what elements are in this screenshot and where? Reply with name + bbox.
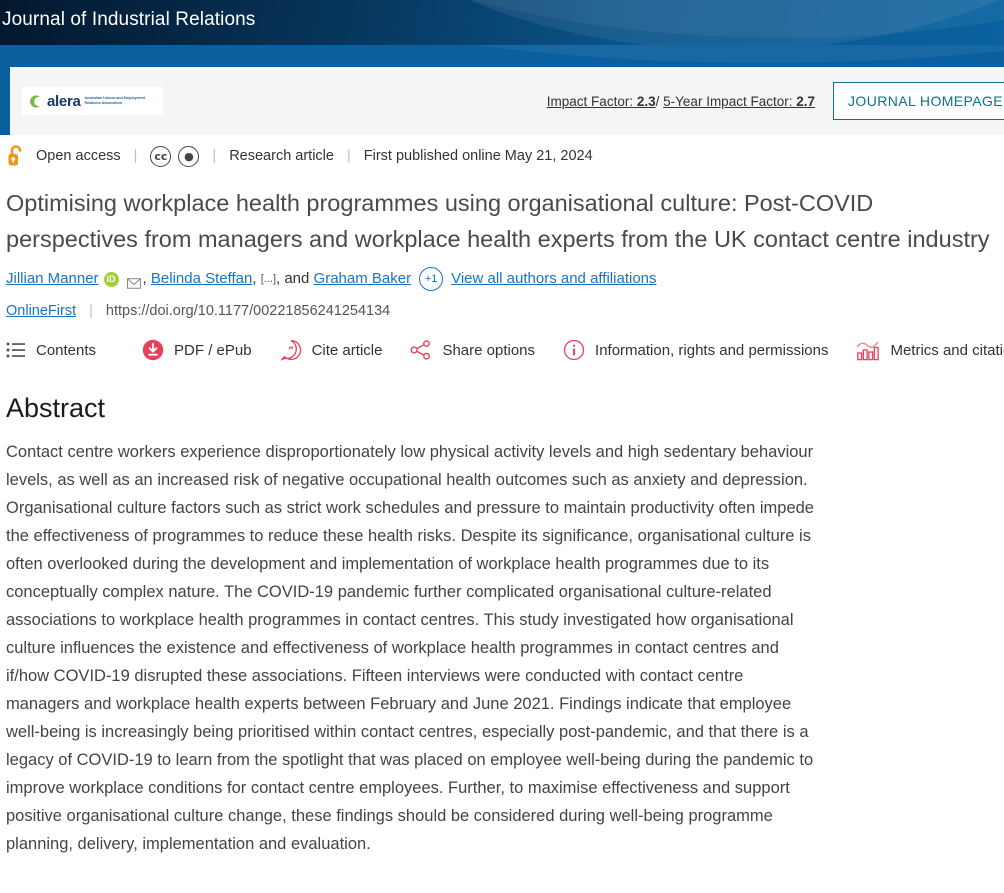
journal-bar: alera Australian Labour and Employment R… — [10, 67, 1004, 135]
five-year-value: 2.7 — [796, 93, 816, 109]
svg-text:”: ” — [288, 346, 294, 356]
author-link-1[interactable]: Jillian Manner — [6, 268, 99, 290]
open-access-label: Open access — [36, 148, 121, 164]
site-banner: Journal of Industrial Relations — [0, 0, 1004, 45]
publication-stage-link[interactable]: OnlineFirst — [6, 303, 76, 319]
author-link-last[interactable]: Graham Baker — [314, 268, 412, 290]
cc-icon: cc — [150, 145, 172, 167]
toolbar-item-cite-article[interactable]: ” Cite article — [279, 339, 383, 361]
band-swoosh-decoration — [264, 45, 1004, 63]
impact-separator: / — [655, 93, 660, 109]
alera-logo[interactable]: alera Australian Labour and Employment R… — [22, 87, 163, 115]
author-ellipsis: [...] — [260, 273, 276, 285]
doi-text[interactable]: https://doi.org/10.1177/0022185624125413… — [106, 303, 390, 319]
license-icons[interactable]: cc ● — [150, 145, 200, 167]
author-separator-2: , — [252, 270, 261, 287]
left-accent-strip — [0, 67, 10, 135]
journal-homepage-button[interactable]: JOURNAL HOMEPAGE — [833, 82, 1004, 120]
author-link-2[interactable]: Belinda Steffan — [151, 268, 252, 290]
toolbar-item-metrics-citations[interactable]: Metrics and citations — [856, 339, 1004, 361]
abstract-heading: Abstract — [6, 393, 106, 423]
five-year-impact-link[interactable]: 5-Year Impact Factor: 2.7 — [663, 94, 815, 109]
toolbar-item-contents[interactable]: Contents — [6, 341, 96, 359]
article-title: Optimising workplace health programmes u… — [6, 190, 990, 252]
impact-factor-value: 2.3 — [636, 93, 656, 109]
journal-bar-wrapper: alera Australian Labour and Employment R… — [0, 67, 1004, 135]
share-nodes-icon — [411, 340, 431, 360]
open-lock-icon — [8, 145, 22, 166]
toolbar-item-pdf-epub[interactable]: PDF / ePub — [142, 339, 252, 361]
doi-row: OnlineFirst | https://doi.org/10.1177/00… — [6, 303, 1004, 319]
download-circle-icon — [142, 339, 164, 361]
meta-divider-2: | — [212, 148, 217, 164]
alera-wordmark: alera — [47, 92, 81, 110]
five-year-label: 5-Year Impact Factor: — [663, 93, 793, 109]
email-author-icon[interactable] — [126, 274, 141, 289]
toolbar-label-pdf-epub: PDF / ePub — [174, 341, 252, 359]
toolbar-item-information-rights[interactable]: Information, rights and permissions — [563, 339, 828, 361]
first-published-label: First published online May 21, 2024 — [363, 148, 593, 164]
meta-divider-1: | — [133, 148, 138, 164]
toolbar-label-information-rights: Information, rights and permissions — [595, 341, 829, 359]
impact-factor-block: Impact Factor: 2.3/ 5-Year Impact Factor… — [547, 94, 815, 109]
toolbar-label-metrics-citations: Metrics and citations — [890, 341, 1004, 359]
meta-divider-3: | — [346, 148, 351, 164]
list-icon — [6, 342, 25, 358]
author-separator-1: , — [142, 270, 151, 287]
author-list: Jillian Manner iD , Belinda Steffan , [.… — [6, 267, 1004, 291]
impact-factor-link[interactable]: Impact Factor: 2.3 — [547, 94, 656, 109]
article-toolbar: Contents PDF / ePub ” Cite article Share… — [6, 337, 1004, 363]
article-type-label: Research article — [229, 148, 334, 164]
banner-lower-band — [0, 45, 1004, 67]
cc-by-icon: ● — [178, 145, 200, 167]
doi-divider: | — [89, 303, 93, 319]
author-conjunction: , and — [276, 270, 310, 287]
toolbar-label-share-options: Share options — [442, 341, 536, 359]
bar-chart-icon — [857, 341, 880, 361]
impact-factor-label: Impact Factor: — [546, 93, 634, 109]
orcid-icon[interactable]: iD — [103, 271, 119, 287]
toolbar-label-contents: Contents — [36, 341, 97, 359]
additional-authors-badge[interactable]: +1 — [419, 267, 444, 291]
quote-bubble-icon: ” — [279, 339, 301, 361]
info-circle-icon — [563, 339, 585, 361]
article-meta-row: Open access | cc ● | Research article | … — [4, 135, 1004, 177]
abstract-body: Contact centre workers experience dispro… — [6, 443, 814, 853]
journal-title[interactable]: Journal of Industrial Relations — [2, 9, 255, 31]
article-container: Open access | cc ● | Research article | … — [0, 135, 1004, 858]
toolbar-item-share-options[interactable]: Share options — [410, 340, 535, 360]
alera-swirl-icon — [30, 95, 40, 107]
toolbar-label-cite-article: Cite article — [311, 341, 383, 359]
alera-subtext: Australian Labour and Employment Relatio… — [84, 96, 146, 105]
envelope-icon — [126, 277, 141, 289]
view-all-authors-link[interactable]: View all authors and affiliations — [451, 268, 656, 290]
